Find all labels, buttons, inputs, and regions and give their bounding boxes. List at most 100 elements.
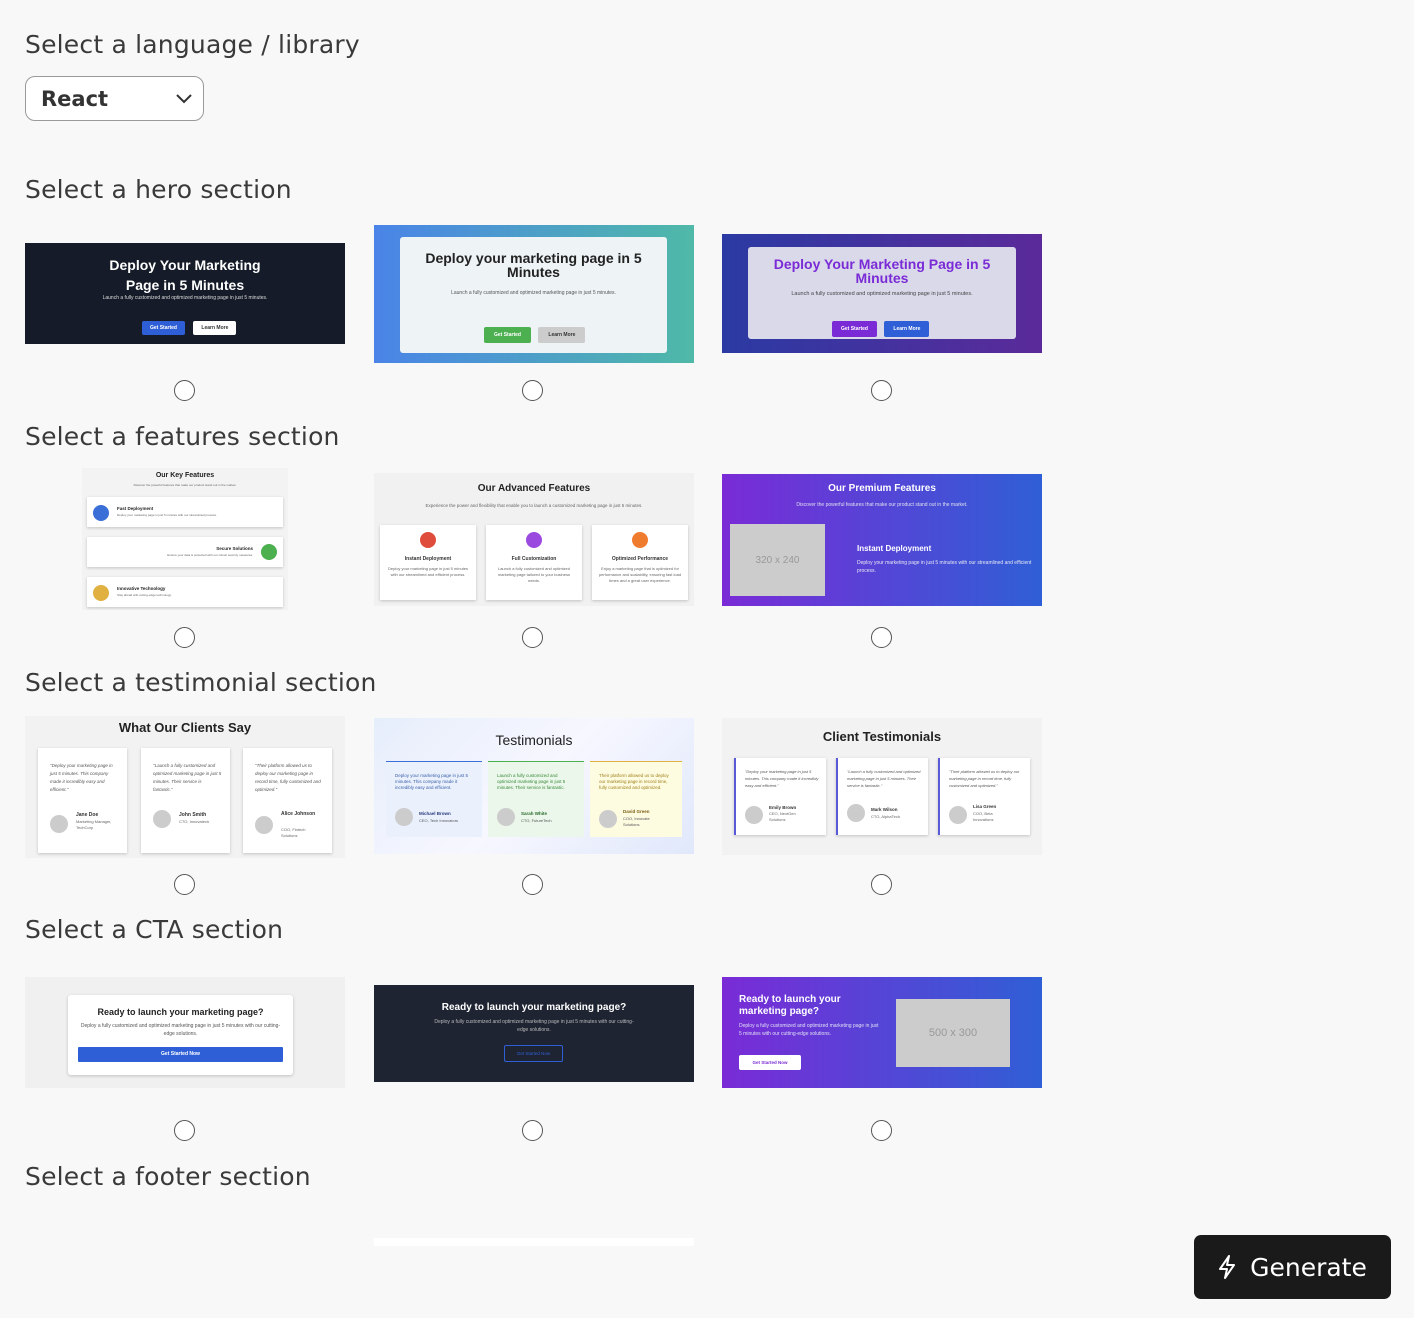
- hero-radio-3[interactable]: [871, 380, 892, 401]
- features-3-title: Our Premium Features: [828, 483, 936, 494]
- cta-radio-3[interactable]: [871, 1120, 892, 1141]
- testimonial-2-q3: Their platform allowed us to deploy our …: [599, 773, 669, 790]
- cta-option-2[interactable]: Ready to launch your marketing page? Dep…: [374, 985, 694, 1082]
- cta-3-image-placeholder: 500 x 300: [896, 999, 1010, 1067]
- cta-2-sub: Deploy a fully customized and optimized …: [434, 1019, 634, 1033]
- features-option-2[interactable]: Our Advanced Features Experience the pow…: [374, 473, 694, 606]
- features-1-sub: Discover the powerful features that make…: [133, 483, 237, 487]
- testimonial-2-q2: Launch a fully customized and optimized …: [497, 773, 566, 790]
- testimonial-3-q3: "Their platform allowed us to deploy our…: [949, 769, 1020, 788]
- page: Select a language / library React Select…: [0, 0, 1414, 1318]
- hero-option-3[interactable]: Deploy Your Marketing Page in 5 Minutes …: [722, 234, 1042, 353]
- cta-2-title: Ready to launch your marketing page?: [441, 1002, 627, 1013]
- features-3-image-placeholder: 320 x 240: [730, 524, 825, 596]
- footer-heading: Select a footer section: [25, 1162, 311, 1191]
- language-select-value: React: [41, 86, 109, 111]
- language-select[interactable]: React: [25, 76, 204, 121]
- testimonial-2-r3: COO, Innovate Solutions: [623, 816, 650, 827]
- features-1-item3-desc: Stay ahead with cutting-edge technology.: [117, 593, 172, 597]
- hero-3-btn1: Get Started: [832, 321, 877, 337]
- hero-option-1[interactable]: Deploy Your Marketing Page in 5 Minutes …: [25, 243, 345, 344]
- testimonial-2-n3: David Green: [623, 809, 650, 814]
- hero-radio-2[interactable]: [522, 380, 543, 401]
- cta-3-sub: Deploy a fully customized and optimized …: [739, 1023, 879, 1037]
- lightning-icon: [1219, 1255, 1236, 1279]
- cta-option-1[interactable]: Ready to launch your marketing page? Dep…: [25, 977, 345, 1088]
- testimonial-1-r1: Marketing Manager, TechCorp: [76, 819, 112, 830]
- features-option-3[interactable]: Our Premium Features Discover the powerf…: [722, 474, 1042, 606]
- testimonial-radio-2[interactable]: [522, 874, 543, 895]
- testimonial-1-q2: "Launch a fully customized and optimized…: [153, 763, 222, 792]
- hero-3-sub: Launch a fully customized and optimized …: [791, 291, 973, 297]
- testimonial-3-q1: "Deploy your marketing page in just 5 mi…: [745, 769, 819, 788]
- cta-3-btn: Get Started Now: [739, 1055, 801, 1070]
- cta-1-title: Ready to launch your marketing page?: [97, 1007, 264, 1017]
- testimonial-2-n1: Michael Brown: [419, 811, 451, 816]
- hero-2-sub: Launch a fully customized and optimized …: [451, 290, 616, 296]
- testimonial-1-n2: John Smith: [179, 812, 207, 818]
- features-radio-1[interactable]: [174, 627, 195, 648]
- hero-option-2[interactable]: Deploy your marketing page in 5 Minutes …: [374, 225, 694, 363]
- hero-1-btn2: Learn More: [193, 321, 237, 335]
- testimonial-3-n3: Lisa Green: [973, 804, 997, 809]
- generate-button[interactable]: Generate: [1194, 1235, 1391, 1299]
- testimonial-3-r3: COO, Beta Innovations: [973, 811, 994, 822]
- testimonial-3-title: Client Testimonials: [822, 729, 942, 744]
- hero-1-btn1: Get Started: [142, 321, 185, 335]
- features-1-item2-desc: Ensure your data is protected with our r…: [167, 553, 253, 557]
- features-3-item1-desc: Deploy your marketing page in just 5 min…: [857, 560, 1032, 574]
- testimonial-2-q1: Deploy your marketing page in just 5 min…: [395, 773, 469, 790]
- cta-radio-1[interactable]: [174, 1120, 195, 1141]
- testimonial-2-title: Testimonials: [495, 732, 573, 748]
- hero-2-title: Deploy your marketing page in 5 Minutes: [425, 250, 642, 280]
- hero-radio-1[interactable]: [174, 380, 195, 401]
- features-1-title: Our Key Features: [155, 472, 215, 479]
- features-radio-3[interactable]: [871, 627, 892, 648]
- cta-3-title: Ready to launch your marketing page?: [739, 994, 841, 1017]
- testimonial-option-3[interactable]: Client Testimonials "Deploy your marketi…: [722, 718, 1042, 855]
- features-1-item3-name: Innovative Technology: [117, 586, 166, 591]
- testimonial-2-r2: CTO, FutureTech: [521, 818, 552, 823]
- features-2-item1-name: Instant Deployment: [404, 556, 452, 562]
- features-3-sub: Discover the powerful features that make…: [796, 502, 968, 508]
- testimonial-1-r2: CTO, Innovatech: [179, 819, 210, 824]
- features-2-item2-desc: Launch a fully customized and optimized …: [497, 566, 571, 583]
- hero-1-sub: Launch a fully customized and optimized …: [102, 295, 268, 301]
- hero-3-btn2: Learn More: [884, 321, 930, 337]
- features-2-item3-desc: Enjoy a marketing page that is optimized…: [598, 566, 682, 583]
- cta-option-3[interactable]: Ready to launch your marketing page? Dep…: [722, 977, 1042, 1088]
- cta-heading: Select a CTA section: [25, 915, 284, 944]
- testimonial-2-n2: Sarah White: [521, 811, 548, 816]
- testimonial-1-q3: "Their platform allowed us to deploy our…: [255, 763, 321, 792]
- features-2-item3-name: Optimized Performance: [611, 556, 669, 562]
- features-1-item1-name: Fast Deployment: [117, 506, 154, 511]
- testimonial-1-n1: Jane Doe: [76, 812, 99, 818]
- generate-label: Generate: [1250, 1252, 1367, 1282]
- features-2-title: Our Advanced Features: [477, 483, 591, 494]
- hero-heading: Select a hero section: [25, 175, 292, 204]
- testimonial-3-n2: Mark Wilson: [871, 807, 898, 812]
- features-radio-2[interactable]: [522, 627, 543, 648]
- testimonial-option-1[interactable]: What Our Clients Say "Deploy your market…: [25, 716, 345, 858]
- features-option-1[interactable]: Our Key Features Discover the powerful f…: [82, 468, 288, 610]
- testimonial-1-q1: "Deploy your marketing page in just 5 mi…: [50, 763, 113, 792]
- cta-radio-2[interactable]: [522, 1120, 543, 1141]
- hero-3-title: Deploy Your Marketing Page in 5 Minutes: [773, 256, 991, 286]
- testimonial-3-n1: Emily Brown: [769, 805, 797, 810]
- features-2-item2-name: Full Customization: [511, 556, 557, 562]
- hero-1-title: Deploy Your Marketing Page in 5 Minutes: [109, 257, 261, 293]
- testimonial-3-r2: CTO, AlphaTech: [871, 814, 901, 819]
- testimonial-radio-3[interactable]: [871, 874, 892, 895]
- chevron-down-icon: [176, 94, 192, 104]
- testimonial-option-2[interactable]: Testimonials Deploy your marketing page …: [374, 718, 694, 854]
- features-3-item1-name: Instant Deployment: [857, 544, 932, 553]
- features-1-item2-name: Secure Solutions: [216, 546, 253, 551]
- testimonial-1-title: What Our Clients Say: [118, 720, 252, 735]
- features-1-item1-desc: Deploy your marketing page in just 5 min…: [117, 513, 217, 517]
- features-heading: Select a features section: [25, 422, 340, 451]
- footer-option-2[interactable]: [374, 1238, 694, 1246]
- testimonial-radio-1[interactable]: [174, 874, 195, 895]
- language-heading: Select a language / library: [25, 30, 360, 59]
- testimonial-3-r1: CEO, NextGen Solutions: [769, 811, 796, 822]
- cta-2-btn: Get Started Now: [504, 1045, 563, 1062]
